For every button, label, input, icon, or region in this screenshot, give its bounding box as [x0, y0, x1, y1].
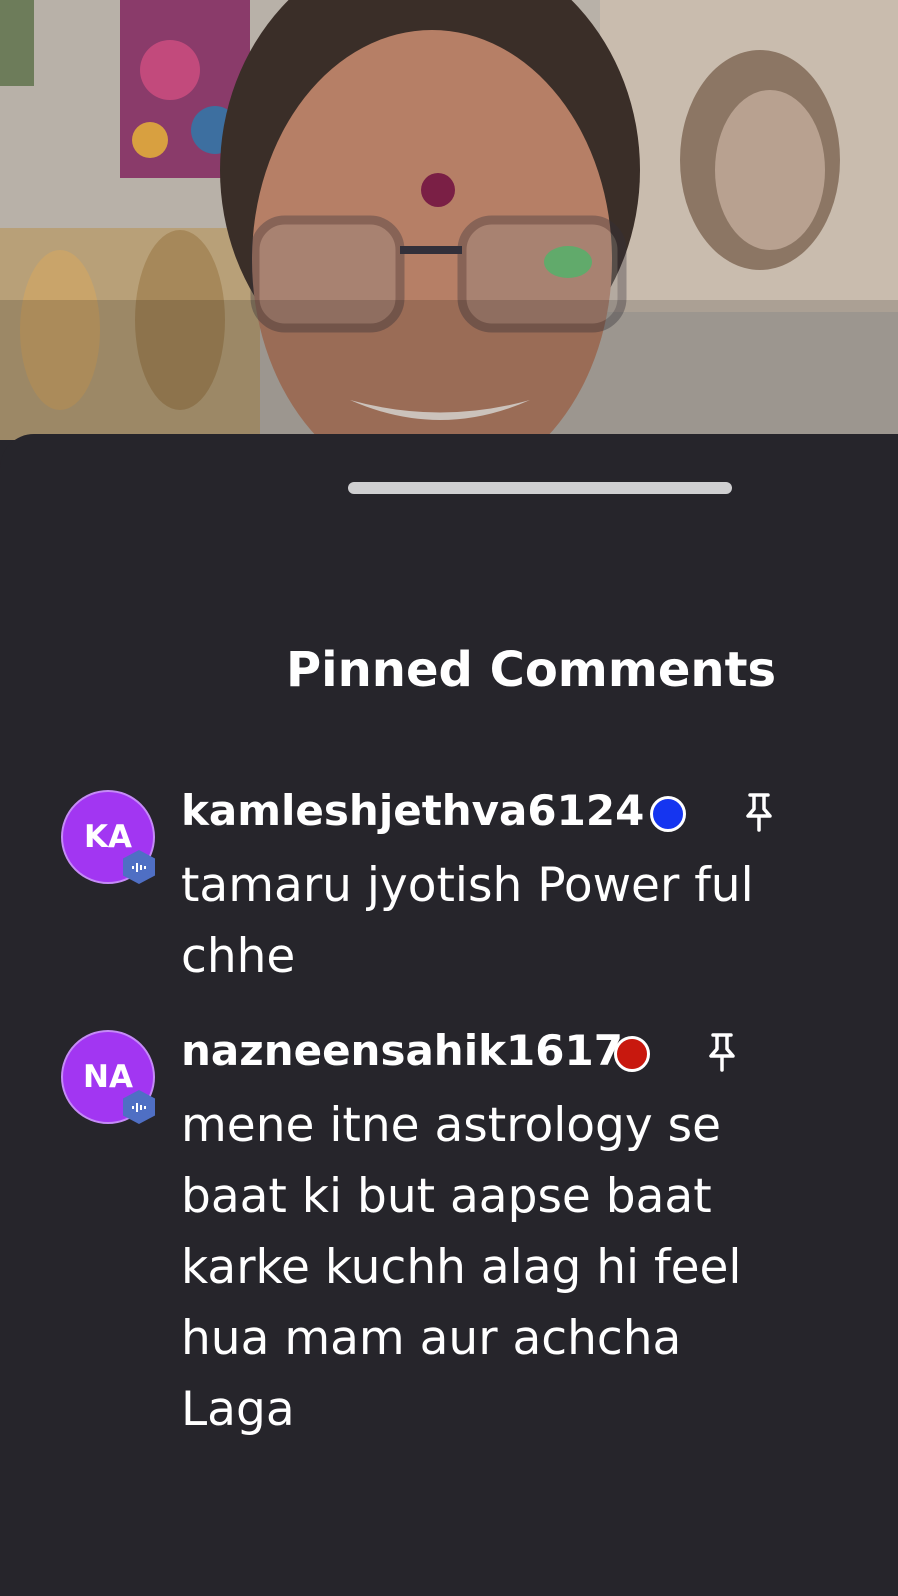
pinned-comments-sheet: Pinned Comments KA kamleshjethva6124 tam…	[0, 434, 898, 1596]
comment-text: mene itne astrology se baat ki but aapse…	[181, 1098, 742, 1437]
status-dot	[650, 796, 686, 832]
pin-icon[interactable]	[705, 1032, 739, 1072]
avatar-initials: NA	[83, 1059, 133, 1095]
drag-handle[interactable]	[348, 482, 732, 494]
avatar-initials: KA	[83, 819, 132, 855]
pin-icon[interactable]	[742, 792, 776, 832]
live-video-frame[interactable]	[0, 0, 898, 440]
comment-text: tamaru jyotish Power ful chhe	[181, 858, 754, 984]
video-scene	[0, 0, 898, 440]
comment-username[interactable]: nazneensahik1617	[181, 1026, 623, 1075]
comment-username[interactable]: kamleshjethva6124	[181, 786, 644, 835]
sheet-title: Pinned Comments	[286, 642, 777, 698]
status-dot	[614, 1036, 650, 1072]
